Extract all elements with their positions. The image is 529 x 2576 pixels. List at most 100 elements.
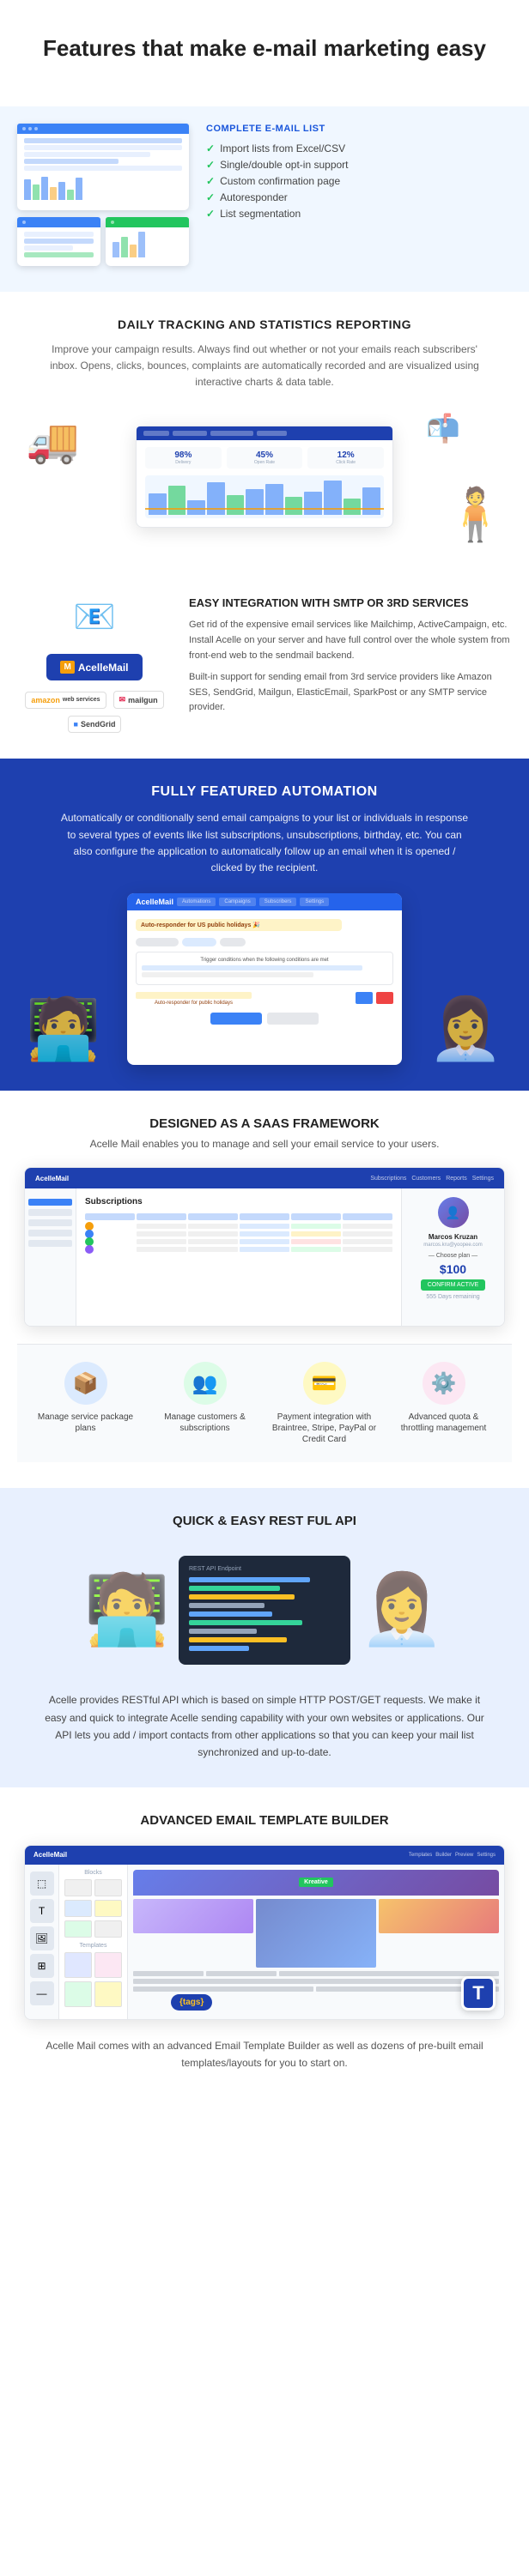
- block-divider[interactable]: [94, 1920, 122, 1938]
- tracking-heading: DAILY TRACKING AND STATISTICS REPORTING: [17, 317, 512, 331]
- template-thumb-4[interactable]: [94, 1981, 122, 2007]
- automation-title-bar: Auto-responder for US public holidays 🎉: [136, 919, 342, 931]
- canvas-image-1: [133, 1899, 253, 1933]
- person-left-automation: 🧑‍💻: [26, 995, 100, 1065]
- automation-header: AcelleMail Automations Campaigns Subscri…: [127, 893, 402, 910]
- api-section: QUICK & EASY REST FUL API 🧑‍💻 REST API E…: [0, 1488, 529, 1787]
- template-description: Acelle Mail comes with an advanced Email…: [41, 2037, 488, 2072]
- stat-open-rate: 45% Open Rate: [227, 447, 303, 469]
- canvas-text-3: [133, 1986, 499, 1992]
- canvas-image-3: [379, 1899, 499, 1933]
- saas-description: Acelle Mail enables you to manage and se…: [17, 1138, 512, 1150]
- template-heading: ADVANCED EMAIL TEMPLATE BUILDER: [17, 1813, 512, 1828]
- payment-label: Payment integration with Braintree, Stri…: [271, 1412, 376, 1445]
- smtp-body1: Get rid of the expensive email services …: [189, 618, 512, 663]
- template-builder-mockup: AcelleMail Templates Builder Preview Set…: [24, 1845, 505, 2020]
- tool-pointer[interactable]: ⬚: [30, 1872, 54, 1896]
- template-thumb-3[interactable]: [64, 1981, 92, 2007]
- mailbox-illustration: 📬: [426, 412, 460, 444]
- mockup-screen-1: [17, 124, 189, 210]
- tool-image[interactable]: 🖼: [30, 1926, 54, 1950]
- service-logos: amazon web services ✉ mailgun ■ SendGrid: [17, 691, 172, 733]
- feature-item-2: Single/double opt-in support: [206, 159, 512, 171]
- quota-label: Advanced quota & throttling management: [391, 1412, 496, 1434]
- sidebar-item-plans[interactable]: [28, 1209, 72, 1216]
- acelle-logo: M AcelleMail: [46, 654, 142, 680]
- customers-label: Manage customers & subscriptions: [152, 1412, 257, 1434]
- automation-mockup-container: 🧑‍💻 AcelleMail Automations Campaigns Sub…: [17, 893, 512, 1065]
- template-nav: Templates Builder Preview Settings: [409, 1853, 496, 1858]
- block-button[interactable]: [64, 1920, 92, 1938]
- smtp-body2: Built-in support for sending email from …: [189, 670, 512, 716]
- complete-email-section: COMPLETE E-MAIL LIST Import lists from E…: [0, 106, 529, 292]
- feature-item-3: Custom confirmation page: [206, 175, 512, 187]
- dashboard-mockup: 98% Delivery 45% Open Rate 12% Click Rat…: [136, 426, 393, 528]
- block-1col[interactable]: [64, 1879, 92, 1896]
- block-image[interactable]: [64, 1900, 92, 1917]
- profile-card: 👤 Marcos Kruzan marcos.kru@yoopee.com — …: [401, 1188, 504, 1326]
- complete-email-content: COMPLETE E-MAIL LIST Import lists from E…: [206, 124, 512, 224]
- template-builder-body: ⬚ T 🖼 ⊞ — Blocks: [25, 1865, 504, 2019]
- complete-email-badge: COMPLETE E-MAIL LIST: [206, 124, 512, 134]
- saas-heading: DESIGNED AS A SAAS FRAMEWORK: [17, 1116, 512, 1131]
- profile-days: 555 Days remaining: [426, 1294, 479, 1300]
- feature-item-customers: 👥 Manage customers & subscriptions: [152, 1362, 257, 1445]
- template-thumb-2[interactable]: [94, 1952, 122, 1978]
- tracking-chart: [145, 475, 384, 518]
- automation-description: Automatically or conditionally send emai…: [58, 810, 471, 876]
- tool-text[interactable]: T: [30, 1899, 54, 1923]
- person-illustration-tracking: 🧍: [443, 484, 508, 545]
- template-canvas: Kreative: [128, 1865, 504, 2019]
- kreative-label: Kreative: [299, 1878, 333, 1887]
- features-icons-row: 📦 Manage service package plans 👥 Manage …: [17, 1344, 512, 1462]
- tags-badge: {tags}: [171, 1994, 212, 2011]
- customers-icon: 👥: [184, 1362, 227, 1405]
- sendgrid-logo: ■ SendGrid: [68, 716, 122, 733]
- automation-cancel-btn[interactable]: [267, 1013, 319, 1025]
- saas-sidebar: [25, 1188, 76, 1326]
- mailgun-logo: ✉ mailgun: [113, 691, 164, 709]
- block-text[interactable]: [94, 1900, 122, 1917]
- saas-main-content: Subscriptions: [76, 1188, 401, 1326]
- smtp-logos: 📧 M AcelleMail amazon web services ✉ mai…: [17, 596, 172, 733]
- automation-btn-row: [136, 1013, 393, 1025]
- feature-item-quota: ⚙️ Advanced quota & throttling managemen…: [391, 1362, 496, 1445]
- profile-avatar: 👤: [438, 1197, 469, 1228]
- table-row: [85, 1224, 392, 1229]
- sidebar-item-customers[interactable]: [28, 1219, 72, 1226]
- profile-plan: — Choose plan —: [429, 1253, 477, 1259]
- sidebar-item-subscriptions[interactable]: [28, 1199, 72, 1206]
- api-heading: QUICK & EASY REST FUL API: [17, 1514, 512, 1528]
- template-toolbar: ⬚ T 🖼 ⊞ —: [25, 1865, 59, 2019]
- complete-email-features: Import lists from Excel/CSV Single/doubl…: [206, 142, 512, 220]
- api-description: Acelle provides RESTful API which is bas…: [41, 1691, 488, 1762]
- subscriptions-title: Subscriptions: [85, 1197, 392, 1206]
- tool-divider[interactable]: —: [30, 1981, 54, 2005]
- hero-title: Features that make e-mail marketing easy: [26, 34, 503, 63]
- saas-dashboard: AcelleMail Subscriptions Customers Repor…: [24, 1167, 505, 1327]
- sidebar-item-reports[interactable]: [28, 1240, 72, 1247]
- automation-heading: FULLY FEATURED AUTOMATION: [17, 784, 512, 800]
- table-row: [85, 1247, 392, 1252]
- block-2col[interactable]: [94, 1879, 122, 1896]
- tool-columns[interactable]: ⊞: [30, 1954, 54, 1978]
- feature-item-5: List segmentation: [206, 208, 512, 220]
- truck-illustration: 🚚: [26, 416, 79, 467]
- profile-price: $100: [440, 1262, 466, 1276]
- tracking-section: DAILY TRACKING AND STATISTICS REPORTING …: [0, 292, 529, 571]
- stat-delivery: 98% Delivery: [145, 447, 222, 469]
- amazon-logo: amazon web services: [25, 692, 106, 709]
- table-row: [85, 1231, 392, 1237]
- automation-section: FULLY FEATURED AUTOMATION Automatically …: [0, 759, 529, 1091]
- automation-filters: [136, 938, 393, 946]
- sidebar-item-payments[interactable]: [28, 1230, 72, 1237]
- feature-item-plans: 📦 Manage service package plans: [33, 1362, 137, 1445]
- profile-name: Marcos Kruzan: [429, 1233, 477, 1241]
- automation-body: Auto-responder for US public holidays 🎉 …: [127, 910, 402, 1033]
- template-thumb-1[interactable]: [64, 1952, 92, 1978]
- confirm-active-button[interactable]: CONFIRM ACTIVE: [421, 1279, 486, 1291]
- table-header: [85, 1213, 392, 1220]
- person-right-automation: 👩‍💼: [429, 995, 503, 1065]
- automation-submit-btn[interactable]: [210, 1013, 262, 1025]
- plans-icon: 📦: [64, 1362, 107, 1405]
